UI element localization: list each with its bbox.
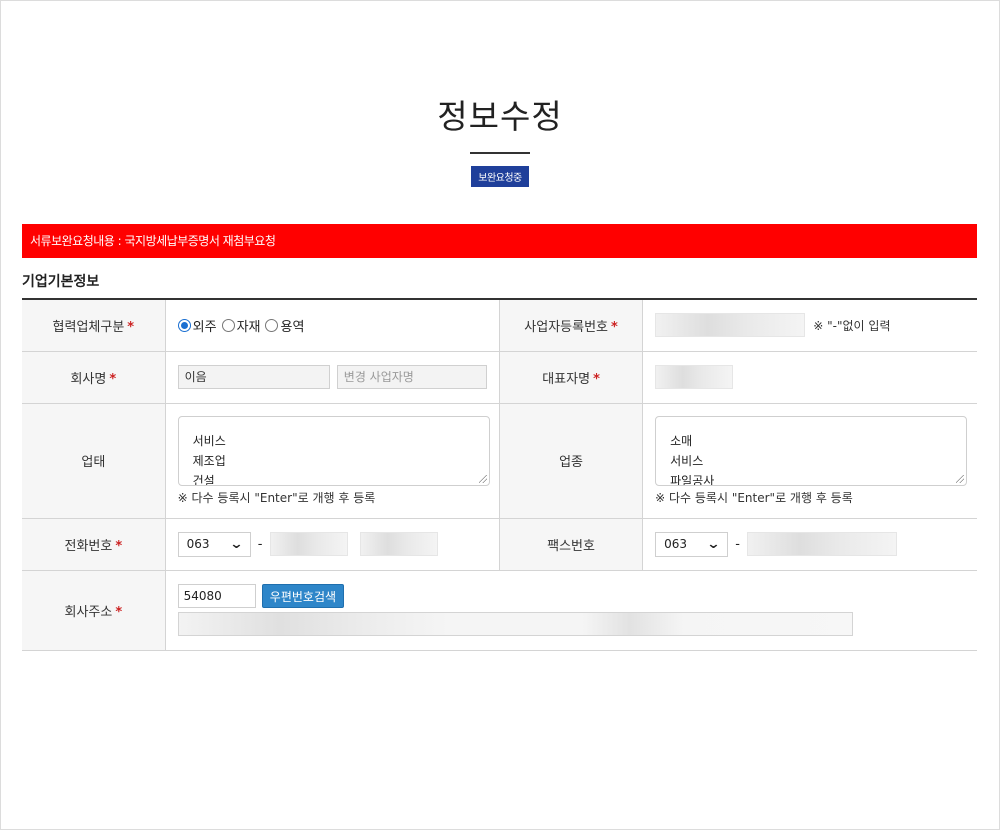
radio-outsourcing-label: 외주: [192, 319, 217, 335]
required-mark: *: [115, 538, 123, 554]
phone-last-input[interactable]: [359, 532, 438, 556]
table-row: 전화번호 * 063 ⌄ - 팩스번호 063 ⌄ -: [22, 518, 977, 571]
phone-label: 전화번호 *: [22, 518, 166, 571]
radio-service[interactable]: [265, 318, 279, 332]
zipcode-search-button[interactable]: 우편번호검색: [261, 584, 345, 608]
section-title: 기업기본정보: [22, 274, 100, 290]
business-type-cell: 서비스 제조업 건설 ※ 다수 등록시 "Enter"로 개행 후 등록: [165, 403, 500, 519]
business-reg-label: 사업자등록번호 *: [498, 299, 644, 352]
changed-company-name-input[interactable]: 변경 사업자명: [336, 365, 487, 389]
partner-type-radio-group: 외주 자재 용역: [177, 316, 499, 335]
fax-number-input[interactable]: [747, 532, 898, 556]
business-reg-hint: ※ "-"없이 입력: [813, 318, 891, 333]
address-cell: 54080 우편번호검색: [165, 570, 977, 651]
company-name-input[interactable]: 이음: [177, 365, 330, 389]
partner-type-cell: 외주 자재 용역: [165, 299, 500, 352]
table-row: 업태 서비스 제조업 건설 ※ 다수 등록시 "Enter"로 개행 후 등록 …: [22, 403, 977, 519]
table-row: 협력업체구분 * 외주 자재 용역 사업자등록번호 * ※ "-"없이 입력: [22, 299, 977, 352]
title-underline: [470, 152, 530, 154]
table-row: 회사주소 * 54080 우편번호검색: [22, 570, 977, 651]
business-type-textarea[interactable]: 서비스 제조업 건설: [177, 415, 490, 486]
ceo-name-label: 대표자명 *: [498, 351, 644, 404]
business-item-label: 업종: [498, 403, 644, 519]
phone-middle-input[interactable]: [269, 532, 348, 556]
status-badge: 보완요청중: [471, 166, 529, 187]
chevron-down-icon: ⌄: [706, 536, 721, 552]
radio-material[interactable]: [221, 318, 235, 332]
partner-type-label: 협력업체구분 *: [22, 299, 166, 352]
page-header: 정보수정 보완요청중: [0, 90, 1000, 187]
fax-area-code-select[interactable]: 063 ⌄: [655, 531, 729, 557]
fax-cell: 063 ⌄ -: [642, 518, 977, 571]
company-info-table: 협력업체구분 * 외주 자재 용역 사업자등록번호 * ※ "-"없이 입력 회사명…: [22, 298, 977, 651]
fax-separator: -: [735, 536, 740, 552]
address-label: 회사주소 *: [22, 570, 166, 651]
supplement-request-alert: 서류보완요청내용 : 국지방세납부증명서 재첨부요청: [22, 224, 977, 258]
chevron-down-icon: ⌄: [229, 536, 244, 552]
ceo-name-cell: [642, 351, 977, 404]
required-mark: *: [109, 371, 117, 387]
business-type-note: ※ 다수 등록시 "Enter"로 개행 후 등록: [177, 490, 376, 505]
address-input[interactable]: [177, 612, 853, 636]
table-row: 회사명 * 이음 변경 사업자명 대표자명 *: [22, 351, 977, 404]
phone-area-code-select[interactable]: 063 ⌄: [177, 531, 251, 557]
phone-cell: 063 ⌄ -: [165, 518, 500, 571]
company-name-cell: 이음 변경 사업자명: [165, 351, 500, 404]
zipcode-input[interactable]: 54080: [177, 584, 256, 608]
resize-grip-icon[interactable]: [956, 474, 965, 483]
fax-label: 팩스번호: [498, 518, 644, 571]
business-reg-input[interactable]: [655, 313, 806, 338]
radio-material-label: 자재: [236, 319, 261, 335]
radio-service-label: 용역: [280, 319, 305, 335]
page-title: 정보수정: [437, 97, 563, 136]
resize-grip-icon[interactable]: [478, 474, 487, 483]
business-item-cell: 소매 서비스 파일공사 ※ 다수 등록시 "Enter"로 개행 후 등록: [642, 403, 977, 519]
radio-outsourcing[interactable]: [177, 318, 191, 332]
required-mark: *: [115, 604, 123, 620]
required-mark: *: [127, 319, 135, 335]
phone-separator: -: [257, 536, 263, 552]
required-mark: *: [611, 319, 618, 335]
business-type-label: 업태: [22, 403, 166, 519]
ceo-name-input[interactable]: [655, 365, 734, 389]
company-name-label: 회사명 *: [22, 351, 166, 404]
business-item-note: ※ 다수 등록시 "Enter"로 개행 후 등록: [655, 490, 853, 505]
business-reg-cell: ※ "-"없이 입력: [642, 299, 977, 352]
required-mark: *: [593, 371, 600, 387]
business-item-textarea[interactable]: 소매 서비스 파일공사: [655, 415, 968, 486]
